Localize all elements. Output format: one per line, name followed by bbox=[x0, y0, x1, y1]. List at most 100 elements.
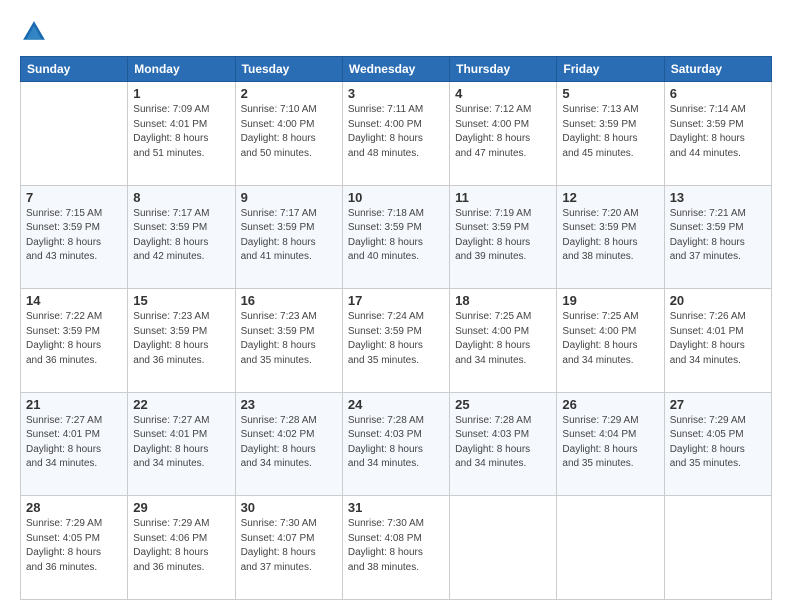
day-number: 25 bbox=[455, 397, 551, 412]
day-number: 19 bbox=[562, 293, 658, 308]
day-cell: 6 Sunrise: 7:14 AM Sunset: 3:59 PM Daylig… bbox=[664, 82, 771, 186]
day-info: Sunrise: 7:19 AM Sunset: 3:59 PM Dayligh… bbox=[455, 207, 551, 265]
day-number: 27 bbox=[670, 397, 766, 412]
day-number: 21 bbox=[26, 397, 122, 412]
day-number: 15 bbox=[133, 293, 229, 308]
day-cell: 15 Sunrise: 7:23 AM Sunset: 3:59 PM Dayli… bbox=[128, 289, 235, 393]
weekday-header-wednesday: Wednesday bbox=[342, 57, 449, 82]
day-number: 11 bbox=[455, 190, 551, 205]
logo bbox=[20, 18, 52, 46]
day-number: 9 bbox=[241, 190, 337, 205]
day-cell: 22 Sunrise: 7:27 AM Sunset: 4:01 PM Dayli… bbox=[128, 392, 235, 496]
day-cell: 23 Sunrise: 7:28 AM Sunset: 4:02 PM Dayli… bbox=[235, 392, 342, 496]
day-cell: 28 Sunrise: 7:29 AM Sunset: 4:05 PM Dayli… bbox=[21, 496, 128, 600]
day-cell bbox=[664, 496, 771, 600]
day-info: Sunrise: 7:30 AM Sunset: 4:07 PM Dayligh… bbox=[241, 517, 337, 575]
day-number: 20 bbox=[670, 293, 766, 308]
day-cell: 1 Sunrise: 7:09 AM Sunset: 4:01 PM Daylig… bbox=[128, 82, 235, 186]
day-info: Sunrise: 7:28 AM Sunset: 4:03 PM Dayligh… bbox=[455, 414, 551, 472]
weekday-header-monday: Monday bbox=[128, 57, 235, 82]
day-info: Sunrise: 7:12 AM Sunset: 4:00 PM Dayligh… bbox=[455, 103, 551, 161]
day-cell: 14 Sunrise: 7:22 AM Sunset: 3:59 PM Dayli… bbox=[21, 289, 128, 393]
day-number: 26 bbox=[562, 397, 658, 412]
weekday-header-tuesday: Tuesday bbox=[235, 57, 342, 82]
weekday-header-sunday: Sunday bbox=[21, 57, 128, 82]
day-cell: 2 Sunrise: 7:10 AM Sunset: 4:00 PM Daylig… bbox=[235, 82, 342, 186]
week-row-5: 28 Sunrise: 7:29 AM Sunset: 4:05 PM Dayli… bbox=[21, 496, 772, 600]
header bbox=[20, 18, 772, 46]
day-info: Sunrise: 7:17 AM Sunset: 3:59 PM Dayligh… bbox=[241, 207, 337, 265]
calendar-table: SundayMondayTuesdayWednesdayThursdayFrid… bbox=[20, 56, 772, 600]
day-info: Sunrise: 7:18 AM Sunset: 3:59 PM Dayligh… bbox=[348, 207, 444, 265]
week-row-2: 7Sunrise: 7:15 AM Sunset: 3:59 PM Daylig… bbox=[21, 185, 772, 289]
day-cell: 24Sunrise: 7:28 AM Sunset: 4:03 PM Dayli… bbox=[342, 392, 449, 496]
day-info: Sunrise: 7:22 AM Sunset: 3:59 PM Dayligh… bbox=[26, 310, 122, 368]
day-number: 16 bbox=[241, 293, 337, 308]
day-cell: 26 Sunrise: 7:29 AM Sunset: 4:04 PM Dayli… bbox=[557, 392, 664, 496]
day-cell: 18 Sunrise: 7:25 AM Sunset: 4:00 PM Dayli… bbox=[450, 289, 557, 393]
weekday-header-thursday: Thursday bbox=[450, 57, 557, 82]
day-cell: 20Sunrise: 7:26 AM Sunset: 4:01 PM Dayli… bbox=[664, 289, 771, 393]
week-row-1: 1 Sunrise: 7:09 AM Sunset: 4:01 PM Daylig… bbox=[21, 82, 772, 186]
day-number: 24 bbox=[348, 397, 444, 412]
day-info: Sunrise: 7:20 AM Sunset: 3:59 PM Dayligh… bbox=[562, 207, 658, 265]
day-cell: 19 Sunrise: 7:25 AM Sunset: 4:00 PM Dayli… bbox=[557, 289, 664, 393]
weekday-header-saturday: Saturday bbox=[664, 57, 771, 82]
day-number: 22 bbox=[133, 397, 229, 412]
day-number: 10 bbox=[348, 190, 444, 205]
day-info: Sunrise: 7:24 AM Sunset: 3:59 PM Dayligh… bbox=[348, 310, 444, 368]
day-cell: 5Sunrise: 7:13 AM Sunset: 3:59 PM Daylig… bbox=[557, 82, 664, 186]
day-info: Sunrise: 7:29 AM Sunset: 4:05 PM Dayligh… bbox=[26, 517, 122, 575]
day-info: Sunrise: 7:25 AM Sunset: 4:00 PM Dayligh… bbox=[455, 310, 551, 368]
day-number: 31 bbox=[348, 500, 444, 515]
day-cell: 16Sunrise: 7:23 AM Sunset: 3:59 PM Dayli… bbox=[235, 289, 342, 393]
week-row-3: 14 Sunrise: 7:22 AM Sunset: 3:59 PM Dayli… bbox=[21, 289, 772, 393]
day-info: Sunrise: 7:25 AM Sunset: 4:00 PM Dayligh… bbox=[562, 310, 658, 368]
day-cell bbox=[557, 496, 664, 600]
day-cell: 27 Sunrise: 7:29 AM Sunset: 4:05 PM Dayli… bbox=[664, 392, 771, 496]
day-info: Sunrise: 7:28 AM Sunset: 4:02 PM Dayligh… bbox=[241, 414, 337, 472]
day-cell bbox=[21, 82, 128, 186]
day-info: Sunrise: 7:11 AM Sunset: 4:00 PM Dayligh… bbox=[348, 103, 444, 161]
day-cell: 13 Sunrise: 7:21 AM Sunset: 3:59 PM Dayli… bbox=[664, 185, 771, 289]
day-number: 8 bbox=[133, 190, 229, 205]
day-number: 18 bbox=[455, 293, 551, 308]
day-number: 3 bbox=[348, 86, 444, 101]
day-cell: 25 Sunrise: 7:28 AM Sunset: 4:03 PM Dayli… bbox=[450, 392, 557, 496]
day-info: Sunrise: 7:15 AM Sunset: 3:59 PM Dayligh… bbox=[26, 207, 122, 265]
day-info: Sunrise: 7:21 AM Sunset: 3:59 PM Dayligh… bbox=[670, 207, 766, 265]
page: SundayMondayTuesdayWednesdayThursdayFrid… bbox=[0, 0, 792, 612]
day-number: 13 bbox=[670, 190, 766, 205]
day-number: 6 bbox=[670, 86, 766, 101]
day-info: Sunrise: 7:14 AM Sunset: 3:59 PM Dayligh… bbox=[670, 103, 766, 161]
day-cell: 4 Sunrise: 7:12 AM Sunset: 4:00 PM Daylig… bbox=[450, 82, 557, 186]
generalblue-icon bbox=[20, 18, 48, 46]
day-number: 28 bbox=[26, 500, 122, 515]
weekday-header-row: SundayMondayTuesdayWednesdayThursdayFrid… bbox=[21, 57, 772, 82]
day-info: Sunrise: 7:13 AM Sunset: 3:59 PM Dayligh… bbox=[562, 103, 658, 161]
day-info: Sunrise: 7:27 AM Sunset: 4:01 PM Dayligh… bbox=[133, 414, 229, 472]
day-number: 14 bbox=[26, 293, 122, 308]
day-cell: 10 Sunrise: 7:18 AM Sunset: 3:59 PM Dayli… bbox=[342, 185, 449, 289]
day-info: Sunrise: 7:17 AM Sunset: 3:59 PM Dayligh… bbox=[133, 207, 229, 265]
day-cell: 29Sunrise: 7:29 AM Sunset: 4:06 PM Dayli… bbox=[128, 496, 235, 600]
day-cell: 7Sunrise: 7:15 AM Sunset: 3:59 PM Daylig… bbox=[21, 185, 128, 289]
weekday-header-friday: Friday bbox=[557, 57, 664, 82]
day-number: 23 bbox=[241, 397, 337, 412]
day-cell: 8 Sunrise: 7:17 AM Sunset: 3:59 PM Daylig… bbox=[128, 185, 235, 289]
day-number: 30 bbox=[241, 500, 337, 515]
day-cell: 31Sunrise: 7:30 AM Sunset: 4:08 PM Dayli… bbox=[342, 496, 449, 600]
week-row-4: 21 Sunrise: 7:27 AM Sunset: 4:01 PM Dayli… bbox=[21, 392, 772, 496]
day-info: Sunrise: 7:29 AM Sunset: 4:04 PM Dayligh… bbox=[562, 414, 658, 472]
day-number: 4 bbox=[455, 86, 551, 101]
day-number: 1 bbox=[133, 86, 229, 101]
day-info: Sunrise: 7:27 AM Sunset: 4:01 PM Dayligh… bbox=[26, 414, 122, 472]
day-info: Sunrise: 7:10 AM Sunset: 4:00 PM Dayligh… bbox=[241, 103, 337, 161]
day-info: Sunrise: 7:09 AM Sunset: 4:01 PM Dayligh… bbox=[133, 103, 229, 161]
day-number: 2 bbox=[241, 86, 337, 101]
day-info: Sunrise: 7:23 AM Sunset: 3:59 PM Dayligh… bbox=[133, 310, 229, 368]
day-cell: 30 Sunrise: 7:30 AM Sunset: 4:07 PM Dayli… bbox=[235, 496, 342, 600]
day-cell: 11 Sunrise: 7:19 AM Sunset: 3:59 PM Dayli… bbox=[450, 185, 557, 289]
day-cell: 21 Sunrise: 7:27 AM Sunset: 4:01 PM Dayli… bbox=[21, 392, 128, 496]
day-info: Sunrise: 7:29 AM Sunset: 4:05 PM Dayligh… bbox=[670, 414, 766, 472]
